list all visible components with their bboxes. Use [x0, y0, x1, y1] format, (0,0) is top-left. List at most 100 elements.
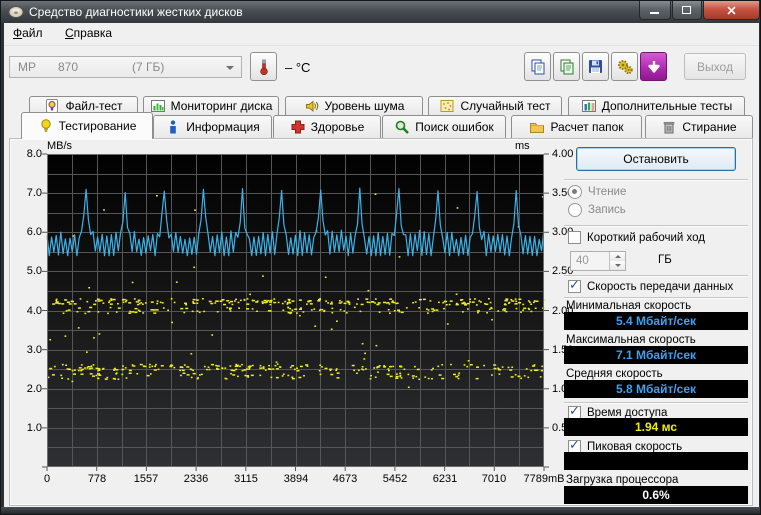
transfer-rate-row[interactable]: Скорость передачи данных [568, 280, 733, 293]
drive-select[interactable]: MP 870 (7 ГБ) [9, 56, 242, 78]
close-button[interactable] [703, 1, 760, 20]
x-tick: 1557 [124, 473, 168, 485]
tab-health[interactable]: Здоровье [273, 115, 381, 138]
burst-rate-label: Пиковая скорость [587, 441, 682, 453]
tab-disk-monitor[interactable]: Мониторинг диска [143, 96, 279, 115]
separator [564, 225, 748, 227]
tab-folder-usage[interactable]: Расчет папок [511, 115, 642, 138]
stop-button-label: Остановить [623, 152, 689, 166]
read-radio-label: Чтение [588, 186, 626, 198]
options-button[interactable] [611, 52, 638, 81]
window-title: Средство диагностики жестких дисков [29, 1, 243, 23]
x-tick: 6231 [423, 473, 467, 485]
tab-random-test[interactable]: Случайный тест [428, 96, 562, 115]
exit-button[interactable]: Выход [684, 53, 746, 80]
x-tick: 4673 [323, 473, 367, 485]
right-axis-unit: ms [515, 140, 530, 152]
left-tick: 2.0 [12, 383, 42, 395]
temperature-value: – °C [285, 60, 310, 75]
exit-label: Выход [697, 60, 733, 74]
maximize-button[interactable] [672, 1, 702, 20]
write-radio[interactable] [568, 203, 582, 217]
spinner-down-button[interactable] [610, 261, 625, 270]
search-icon [394, 119, 410, 135]
short-stroke-label: Короткий рабочий ход [587, 232, 705, 244]
cpu-usage-value: 0.6% [564, 486, 748, 504]
drive-model: MP [18, 60, 36, 74]
tab-error-scan[interactable]: Поиск ошибок [382, 115, 506, 138]
x-tick: 7789mB [522, 473, 566, 485]
copy-color-icon [558, 58, 576, 76]
short-stroke-row[interactable]: Короткий рабочий ход [568, 231, 705, 244]
chevron-down-icon [226, 66, 234, 70]
disk-monitor-chart-icon [150, 98, 166, 114]
x-tick: 7010 [472, 473, 516, 485]
download-results-button[interactable] [640, 52, 667, 81]
x-tick: 0 [25, 473, 69, 485]
minimize-button[interactable] [639, 1, 671, 20]
tab-label: Файл-тест [65, 99, 122, 113]
triangle-up-icon [615, 255, 621, 258]
folder-icon [529, 119, 545, 135]
left-tick: 4.0 [12, 305, 42, 317]
random-dots-icon [439, 98, 455, 114]
copy-icon [529, 58, 547, 76]
tab-label: Стирание [682, 120, 736, 134]
stop-button[interactable]: Остановить [576, 147, 736, 171]
copy-image-button[interactable] [553, 52, 580, 81]
bulb-icon [38, 118, 54, 134]
save-button[interactable] [582, 52, 609, 81]
tab-label: Случайный тест [460, 99, 550, 113]
write-radio-label: Запись [588, 204, 626, 216]
extra-tests-chart-icon [581, 98, 597, 114]
tab-benchmark[interactable]: Тестирование [21, 112, 153, 139]
x-tick: 3894 [274, 473, 318, 485]
window-frame-bottom [1, 507, 760, 514]
min-speed-label: Минимальная скорость [566, 300, 691, 312]
menu-help[interactable]: Справка [56, 23, 121, 43]
short-stroke-spinner[interactable]: 40 [570, 251, 626, 271]
left-tick: 6.0 [12, 226, 42, 238]
trash-icon [661, 119, 677, 135]
x-tick: 778 [75, 473, 119, 485]
copy-button[interactable] [524, 52, 551, 81]
tab-label: Поиск ошибок [415, 120, 493, 134]
menu-bar: Файл Справка [4, 23, 759, 46]
left-tick: 1.0 [12, 422, 42, 434]
transfer-rate-label: Скорость передачи данных [587, 281, 733, 293]
burst-rate-value [564, 452, 748, 470]
benchmark-plot [42, 153, 549, 472]
x-tick: 2336 [174, 473, 218, 485]
tab-extra-tests[interactable]: Дополнительные тесты [568, 96, 745, 115]
gears-icon [616, 58, 634, 76]
transfer-rate-checkbox[interactable] [568, 280, 581, 293]
tab-label: Расчет папок [550, 120, 623, 134]
tab-info[interactable]: Информация [153, 115, 272, 138]
tab-label: Информация [186, 120, 259, 134]
tab-erase[interactable]: Стирание [645, 115, 753, 138]
tab-label: Уровень шума [325, 99, 405, 113]
short-stroke-checkbox[interactable] [568, 231, 581, 244]
menu-file[interactable]: Файл [4, 23, 52, 43]
separator [564, 402, 748, 404]
triangle-down-icon [615, 264, 621, 267]
short-stroke-value: 40 [576, 255, 589, 267]
read-radio[interactable] [568, 185, 582, 199]
tab-label: Здоровье [311, 120, 365, 134]
tab-label: Тестирование [59, 119, 137, 133]
temperature-button[interactable] [250, 52, 277, 81]
benchmark-panel: MB/s ms 8.0 7.0 6.0 5.0 4.0 3.0 2.0 1.0 … [9, 138, 753, 506]
title-bar: Средство диагностики жестких дисков [1, 1, 760, 23]
avg-speed-value: 5.8 Мбайт/сек [564, 380, 748, 398]
cpu-usage-label: Загрузка процессора [566, 474, 678, 486]
left-tick: 5.0 [12, 265, 42, 277]
access-time-label: Время доступа [587, 407, 667, 419]
write-radio-row[interactable]: Запись [568, 203, 626, 217]
max-speed-label: Максимальная скорость [566, 334, 696, 346]
client-area: Файл Справка MP 870 (7 ГБ) – °C [4, 23, 759, 509]
tab-noise-level[interactable]: Уровень шума [285, 96, 423, 115]
info-icon [165, 119, 181, 135]
left-tick: 8.0 [12, 148, 42, 160]
read-radio-row[interactable]: Чтение [568, 185, 626, 199]
access-time-value: 1.94 мс [564, 418, 748, 436]
